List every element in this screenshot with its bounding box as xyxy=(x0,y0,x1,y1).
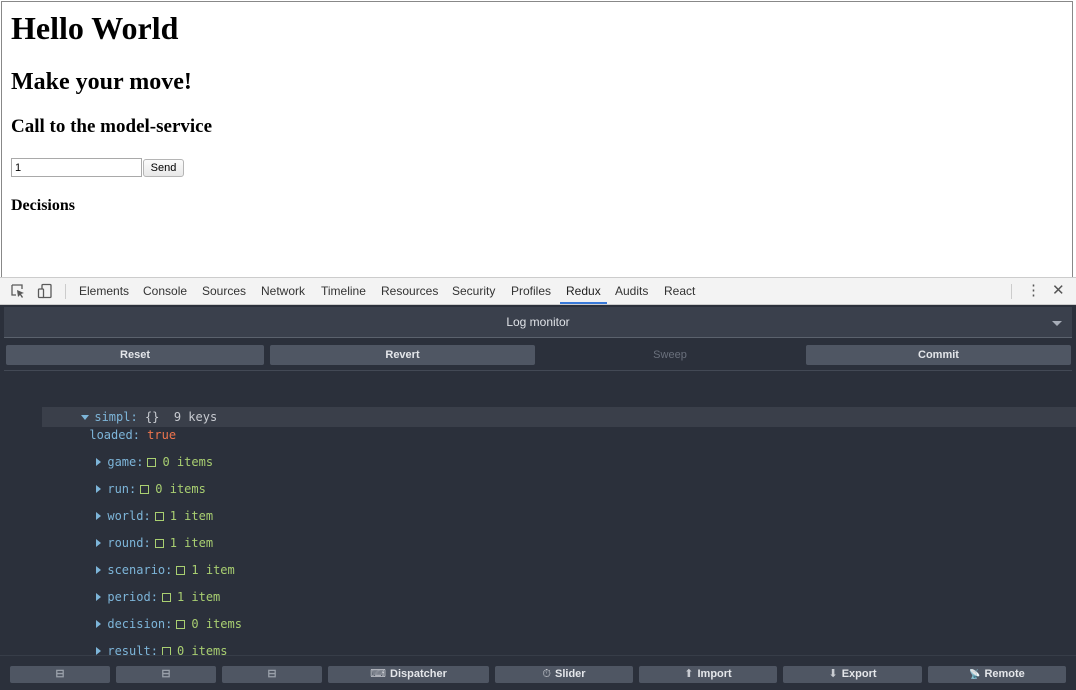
commit-button[interactable]: Commit xyxy=(806,345,1071,365)
tree-row-decision[interactable]: decision: 0 items xyxy=(53,597,242,631)
toolbar-divider xyxy=(65,284,66,299)
tree-row-loaded[interactable]: loaded: true xyxy=(46,408,176,442)
tree-count: 9 keys xyxy=(173,410,218,424)
export-label: Export xyxy=(841,668,877,680)
expand-right-icon[interactable] xyxy=(96,647,102,655)
tab-sources[interactable]: Sources xyxy=(202,278,246,304)
remote-button[interactable]: 📡 Remote xyxy=(928,666,1066,683)
dispatcher-button[interactable]: ⌨ Dispatcher xyxy=(328,666,489,683)
close-icon[interactable]: ✕ xyxy=(1052,282,1065,300)
tree-row-round[interactable]: round: 1 item xyxy=(53,516,213,550)
dock-right-button[interactable]: ⊟ xyxy=(116,666,216,683)
tab-redux[interactable]: Redux xyxy=(560,278,607,304)
page-title: Hello World xyxy=(11,10,179,46)
devtools-tab-bar: Elements Console Sources Network Timelin… xyxy=(0,277,1076,305)
export-button[interactable]: ⬇ Export xyxy=(783,666,922,683)
dock-left-icon: ⊟ xyxy=(55,668,65,680)
page-subtitle: Make your move! xyxy=(11,69,192,95)
monitor-title: Log monitor xyxy=(506,315,570,329)
tree-row-run[interactable]: run: 0 items xyxy=(53,462,206,496)
tab-timeline[interactable]: Timeline xyxy=(321,278,366,304)
slider-label: Slider xyxy=(555,668,586,680)
dock-right-icon: ⊟ xyxy=(161,668,171,680)
sweep-button[interactable]: Sweep xyxy=(540,345,800,365)
revert-button[interactable]: Revert xyxy=(270,345,535,365)
tree-row-game[interactable]: game: 0 items xyxy=(53,435,213,469)
slider-button[interactable]: ⏱ Slider xyxy=(495,666,633,683)
tab-resources[interactable]: Resources xyxy=(381,278,438,304)
dock-bottom-icon: ⊟ xyxy=(267,668,277,680)
inspect-element-icon[interactable] xyxy=(10,283,26,299)
toolbar-divider-right xyxy=(1011,284,1012,299)
state-tree: simpl: {} 9 keys loaded: true game: 0 ite… xyxy=(0,375,1076,658)
dispatcher-label: Dispatcher xyxy=(390,668,447,680)
import-label: Import xyxy=(697,668,732,680)
move-input[interactable] xyxy=(11,158,142,177)
redux-devtools-panel: Log monitor Reset Revert Sweep Commit si… xyxy=(0,305,1076,690)
more-vertical-icon[interactable]: ⋮ xyxy=(1026,282,1041,300)
reset-button[interactable]: Reset xyxy=(6,345,264,365)
keyboard-icon: ⌨ xyxy=(370,668,387,680)
chevron-down-icon xyxy=(1052,321,1062,326)
dock-left-button[interactable]: ⊟ xyxy=(10,666,110,683)
device-mode-icon[interactable] xyxy=(37,283,53,299)
redux-bottom-toolbar: ⊟ ⊟ ⊟ ⌨ Dispatcher ⏱ Slider ⬆ Import ⬇ Expor… xyxy=(0,655,1076,690)
send-button[interactable]: Send xyxy=(143,159,184,177)
tab-profiles[interactable]: Profiles xyxy=(511,278,551,304)
tab-audits[interactable]: Audits xyxy=(615,278,648,304)
tree-row-result[interactable]: result: 0 items xyxy=(53,624,228,658)
page-viewport: Hello World Make your move! Call to the … xyxy=(1,1,1073,277)
decisions-heading: Decisions xyxy=(11,197,75,214)
tree-root-row[interactable]: simpl: {} 9 keys xyxy=(38,390,217,424)
tree-row-period[interactable]: period: 1 item xyxy=(53,570,220,604)
upload-icon: ⬆ xyxy=(684,668,694,680)
antenna-icon: 📡 xyxy=(969,669,981,679)
tab-network[interactable]: Network xyxy=(261,278,305,304)
service-heading: Call to the model-service xyxy=(11,116,213,137)
tab-security[interactable]: Security xyxy=(452,278,495,304)
import-button[interactable]: ⬆ Import xyxy=(639,666,777,683)
download-icon: ⬇ xyxy=(828,668,838,680)
tree-row-world[interactable]: world: 1 item xyxy=(53,489,213,523)
tab-console[interactable]: Console xyxy=(143,278,187,304)
dock-bottom-button[interactable]: ⊟ xyxy=(222,666,322,683)
timer-icon: ⏱ xyxy=(542,668,551,680)
tab-elements[interactable]: Elements xyxy=(79,278,129,304)
tree-row-scenario[interactable]: scenario: 1 item xyxy=(53,543,235,577)
monitor-selector[interactable]: Log monitor xyxy=(4,307,1072,338)
tab-react[interactable]: React xyxy=(664,278,695,304)
remote-label: Remote xyxy=(984,668,1025,680)
controls-divider xyxy=(4,370,1072,371)
